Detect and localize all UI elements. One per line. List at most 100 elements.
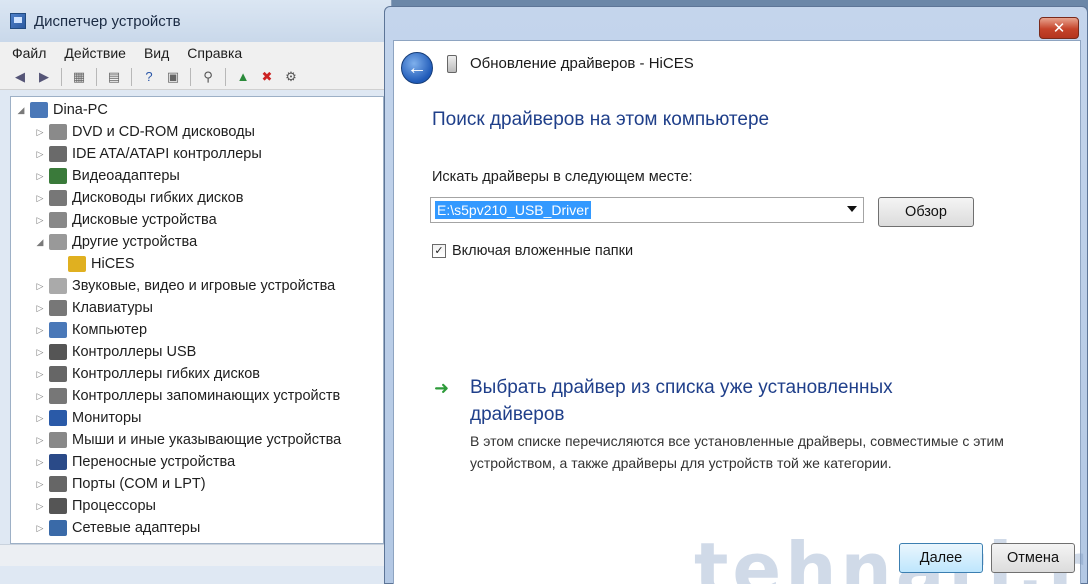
green-arrow-icon: ➜ <box>434 378 450 398</box>
collapsed-arrow-icon[interactable]: ▷ <box>34 149 46 160</box>
tree-item-label[interactable]: Процессоры <box>72 498 156 514</box>
collapsed-arrow-icon[interactable]: ▷ <box>34 501 46 512</box>
collapsed-arrow-icon[interactable]: ▷ <box>34 413 46 424</box>
usb-device-icon <box>447 55 457 73</box>
collapsed-arrow-icon[interactable]: ▷ <box>34 369 46 380</box>
tree-item-label[interactable]: Дисковые устройства <box>72 212 217 228</box>
collapsed-arrow-icon[interactable]: ▷ <box>34 347 46 358</box>
close-button[interactable]: ✕ <box>1039 17 1079 39</box>
tree-item[interactable]: ▷ Звуковые, видео и игровые устройства <box>11 275 383 297</box>
tree-item[interactable]: ▷ Процессоры <box>11 495 383 517</box>
collapsed-arrow-icon[interactable]: ▷ <box>34 281 46 292</box>
tree-item[interactable]: ▷ Сетевые адаптеры <box>11 517 383 539</box>
tree-item-label[interactable]: Контроллеры запоминающих устройств <box>72 388 340 404</box>
tree-item[interactable]: ▷ Мониторы <box>11 407 383 429</box>
next-button[interactable]: Далее <box>899 543 983 573</box>
tree-item[interactable]: ▷ Контроллеры запоминающих устройств <box>11 385 383 407</box>
tree-item-label[interactable]: HiCES <box>91 256 135 272</box>
console-icon[interactable]: ▣ <box>163 67 183 87</box>
tree-item[interactable]: ▷ Контроллеры гибких дисков <box>11 363 383 385</box>
chevron-down-icon[interactable] <box>847 206 857 212</box>
tree-item[interactable]: ▷ Переносные устройства <box>11 451 383 473</box>
tree-item[interactable]: ▷ Дисковые устройства <box>11 209 383 231</box>
tree-item[interactable]: ▷ Контроллеры USB <box>11 341 383 363</box>
expanded-arrow-icon[interactable]: ◢ <box>15 105 27 116</box>
tree-item[interactable]: ▷ Клавиатуры <box>11 297 383 319</box>
collapsed-arrow-icon[interactable]: ▷ <box>34 391 46 402</box>
tree-item-label[interactable]: Другие устройства <box>72 234 197 250</box>
back-button[interactable]: ← <box>401 52 433 84</box>
browse-button[interactable]: Обзор <box>878 197 974 227</box>
help-icon[interactable]: ? <box>139 67 159 87</box>
menu-file[interactable]: Файл <box>10 44 48 62</box>
tree-item[interactable]: ◢ Другие устройства <box>11 231 383 253</box>
tree-item-label[interactable]: Контроллеры гибких дисков <box>72 366 260 382</box>
monitor-icon <box>49 410 67 426</box>
collapsed-arrow-icon[interactable]: ▷ <box>34 457 46 468</box>
collapsed-arrow-icon[interactable]: ▷ <box>34 523 46 534</box>
tree-item-label[interactable]: DVD и CD-ROM дисководы <box>72 124 255 140</box>
tree-item-label[interactable]: Контроллеры USB <box>72 344 196 360</box>
driver-path-combobox[interactable]: E:\s5pv210_USB_Driver <box>430 197 864 223</box>
tree-item[interactable]: ◢ Dina-PC <box>11 99 383 121</box>
tree-item-label[interactable]: Мониторы <box>72 410 141 426</box>
menu-view[interactable]: Вид <box>142 44 171 62</box>
device-manager-icon <box>10 13 26 29</box>
expanded-arrow-icon[interactable]: ◢ <box>34 237 46 248</box>
include-subfolders-row[interactable]: ✓ Включая вложенные папки <box>432 243 633 259</box>
update-driver-icon[interactable]: ▲ <box>233 67 253 87</box>
scan-hardware-icon[interactable]: ⚲ <box>198 67 218 87</box>
tree-item[interactable]: ▷ IDE ATA/ATAPI контроллеры <box>11 143 383 165</box>
collapsed-arrow-icon[interactable]: ▷ <box>34 325 46 336</box>
include-subfolders-label[interactable]: Включая вложенные папки <box>452 243 633 259</box>
show-hide-tree-icon[interactable]: ▦ <box>69 67 89 87</box>
tree-item-label[interactable]: Мыши и иные указывающие устройства <box>72 432 341 448</box>
cancel-button[interactable]: Отмена <box>991 543 1075 573</box>
tree-item-label[interactable]: Переносные устройства <box>72 454 235 470</box>
tree-item[interactable]: ▷ Видеоадаптеры <box>11 165 383 187</box>
forward-arrow-icon[interactable]: ▶ <box>34 67 54 87</box>
properties-icon[interactable]: ▤ <box>104 67 124 87</box>
disable-device-icon[interactable]: ⚙ <box>281 67 301 87</box>
tree-item[interactable]: ▷ Порты (COM и LPT) <box>11 473 383 495</box>
collapsed-arrow-icon[interactable]: ▷ <box>34 215 46 226</box>
tree-item-label[interactable]: Звуковые, видео и игровые устройства <box>72 278 335 294</box>
tree-item[interactable]: ▷ Дисководы гибких дисков <box>11 187 383 209</box>
uninstall-icon[interactable]: ✖ <box>257 67 277 87</box>
tree-item-label[interactable]: Компьютер <box>72 322 147 338</box>
tree-item-label[interactable]: Сетевые адаптеры <box>72 520 200 536</box>
horizontal-scrollbar[interactable] <box>0 544 392 566</box>
tree-item[interactable]: ▷ DVD и CD-ROM дисководы <box>11 121 383 143</box>
device-tree[interactable]: ◢ Dina-PC ▷ DVD и CD-ROM дисководы ▷ IDE ATA/… <box>10 96 384 544</box>
tree-item[interactable]: HiCES <box>11 253 383 275</box>
tree-item[interactable]: ▷ Мыши и иные указывающие устройства <box>11 429 383 451</box>
back-arrow-icon: ← <box>407 56 427 79</box>
collapsed-arrow-icon[interactable]: ▷ <box>34 171 46 182</box>
status-bar <box>0 566 392 584</box>
tree-item-label[interactable]: Видеоадаптеры <box>72 168 180 184</box>
page-heading: Поиск драйверов на этом компьютере <box>432 109 770 130</box>
collapsed-arrow-icon[interactable]: ▷ <box>34 303 46 314</box>
warning-device-icon <box>68 256 86 272</box>
menu-help[interactable]: Справка <box>185 44 244 62</box>
menu-action[interactable]: Действие <box>62 44 128 62</box>
processor-icon <box>49 498 67 514</box>
pick-driver-link[interactable]: Выбрать драйвер из списка уже установлен… <box>470 374 940 428</box>
include-subfolders-checkbox[interactable]: ✓ <box>432 244 446 258</box>
collapsed-arrow-icon[interactable]: ▷ <box>34 435 46 446</box>
back-arrow-icon[interactable]: ◀ <box>10 67 30 87</box>
tree-item[interactable]: ▷ Компьютер <box>11 319 383 341</box>
keyboard-icon <box>49 300 67 316</box>
tree-item-label[interactable]: Порты (COM и LPT) <box>72 476 206 492</box>
toolbar-separator <box>96 67 97 86</box>
collapsed-arrow-icon[interactable]: ▷ <box>34 193 46 204</box>
tree-item-label[interactable]: Дисководы гибких дисков <box>72 190 243 206</box>
collapsed-arrow-icon[interactable]: ▷ <box>34 479 46 490</box>
pick-driver-option[interactable]: ➜ Выбрать драйвер из списка уже установл… <box>434 374 1004 474</box>
collapsed-arrow-icon[interactable]: ▷ <box>34 127 46 138</box>
tree-item-label[interactable]: IDE ATA/ATAPI контроллеры <box>72 146 262 162</box>
tree-item-label[interactable]: Dina-PC <box>53 102 108 118</box>
disk-drive-icon <box>49 212 67 228</box>
driver-path-value[interactable]: E:\s5pv210_USB_Driver <box>435 201 591 219</box>
tree-item-label[interactable]: Клавиатуры <box>72 300 153 316</box>
